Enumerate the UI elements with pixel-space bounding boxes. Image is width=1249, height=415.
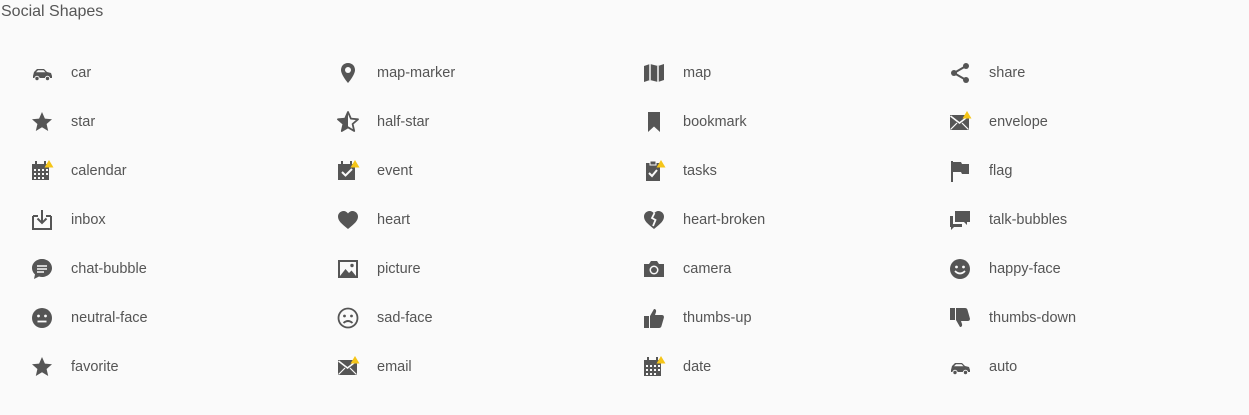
icon-label: share	[989, 64, 1026, 81]
icon-label: chat-bubble	[71, 260, 147, 277]
icon-item-half-star[interactable]: half-star	[336, 97, 642, 146]
sad-face-icon	[336, 306, 360, 330]
chat-bubble-icon	[30, 257, 54, 281]
half-star-icon	[336, 110, 360, 134]
icon-item-heart[interactable]: heart	[336, 195, 642, 244]
bookmark-icon	[642, 110, 666, 134]
tasks-icon	[642, 159, 666, 183]
icon-item-bookmark[interactable]: bookmark	[642, 97, 948, 146]
camera-icon	[642, 257, 666, 281]
icon-label: date	[683, 358, 712, 375]
icon-label: half-star	[377, 113, 430, 130]
flag-icon	[948, 159, 972, 183]
icon-item-tasks[interactable]: tasks	[642, 146, 948, 195]
icon-label: email	[377, 358, 412, 375]
icon-item-date[interactable]: date	[642, 342, 948, 391]
icon-item-email[interactable]: email	[336, 342, 642, 391]
icon-item-map-marker[interactable]: map-marker	[336, 48, 642, 97]
share-icon	[948, 61, 972, 85]
icon-label: sad-face	[377, 309, 433, 326]
thumbs-down-icon	[948, 306, 972, 330]
icon-item-heart-broken[interactable]: heart-broken	[642, 195, 948, 244]
icon-label: favorite	[71, 358, 119, 375]
picture-icon	[336, 257, 360, 281]
icon-label: flag	[989, 162, 1013, 179]
auto-icon	[948, 355, 972, 379]
thumbs-up-icon	[642, 306, 666, 330]
icon-label: event	[377, 162, 413, 179]
icon-item-calendar[interactable]: calendar	[30, 146, 336, 195]
icon-item-inbox[interactable]: inbox	[30, 195, 336, 244]
icon-item-happy-face[interactable]: happy-face	[948, 244, 1249, 293]
inbox-icon	[30, 208, 54, 232]
happy-face-icon	[948, 257, 972, 281]
icon-item-sad-face[interactable]: sad-face	[336, 293, 642, 342]
heart-broken-icon	[642, 208, 666, 232]
favorite-icon	[30, 355, 54, 379]
icon-label: camera	[683, 260, 732, 277]
icon-label: inbox	[71, 211, 106, 228]
star-icon	[30, 110, 54, 134]
icon-item-star[interactable]: star	[30, 97, 336, 146]
icon-item-chat-bubble[interactable]: chat-bubble	[30, 244, 336, 293]
icon-item-thumbs-up[interactable]: thumbs-up	[642, 293, 948, 342]
icon-label: thumbs-up	[683, 309, 752, 326]
section-title: Social Shapes	[1, 3, 104, 20]
icon-item-talk-bubbles[interactable]: talk-bubbles	[948, 195, 1249, 244]
icon-item-envelope[interactable]: envelope	[948, 97, 1249, 146]
icon-item-neutral-face[interactable]: neutral-face	[30, 293, 336, 342]
icon-label: picture	[377, 260, 421, 277]
icon-label: auto	[989, 358, 1018, 375]
icon-label: talk-bubbles	[989, 211, 1068, 228]
email-icon	[336, 355, 360, 379]
envelope-icon	[948, 110, 972, 134]
icon-label: map-marker	[377, 64, 456, 81]
icon-label: heart	[377, 211, 411, 228]
map-marker-icon	[336, 61, 360, 85]
icon-label: map	[683, 64, 712, 81]
icon-label: neutral-face	[71, 309, 148, 326]
icon-label: star	[71, 113, 96, 130]
icon-item-thumbs-down[interactable]: thumbs-down	[948, 293, 1249, 342]
car-icon	[30, 61, 54, 85]
icon-grid: car map-marker map share star half-star …	[30, 48, 1249, 391]
icon-item-auto[interactable]: auto	[948, 342, 1249, 391]
map-icon	[642, 61, 666, 85]
icon-item-share[interactable]: share	[948, 48, 1249, 97]
icon-item-flag[interactable]: flag	[948, 146, 1249, 195]
icon-label: thumbs-down	[989, 309, 1077, 326]
date-icon	[642, 355, 666, 379]
icon-item-map[interactable]: map	[642, 48, 948, 97]
icon-label: car	[71, 64, 92, 81]
icon-item-car[interactable]: car	[30, 48, 336, 97]
icon-label: calendar	[71, 162, 127, 179]
icon-label: bookmark	[683, 113, 747, 130]
heart-icon	[336, 208, 360, 232]
icon-label: envelope	[989, 113, 1048, 130]
event-icon	[336, 159, 360, 183]
icon-item-favorite[interactable]: favorite	[30, 342, 336, 391]
icon-label: tasks	[683, 162, 717, 179]
icon-item-picture[interactable]: picture	[336, 244, 642, 293]
calendar-icon	[30, 159, 54, 183]
icon-item-event[interactable]: event	[336, 146, 642, 195]
icon-item-camera[interactable]: camera	[642, 244, 948, 293]
icon-label: happy-face	[989, 260, 1061, 277]
icon-label: heart-broken	[683, 211, 766, 228]
talk-bubbles-icon	[948, 208, 972, 232]
neutral-face-icon	[30, 306, 54, 330]
